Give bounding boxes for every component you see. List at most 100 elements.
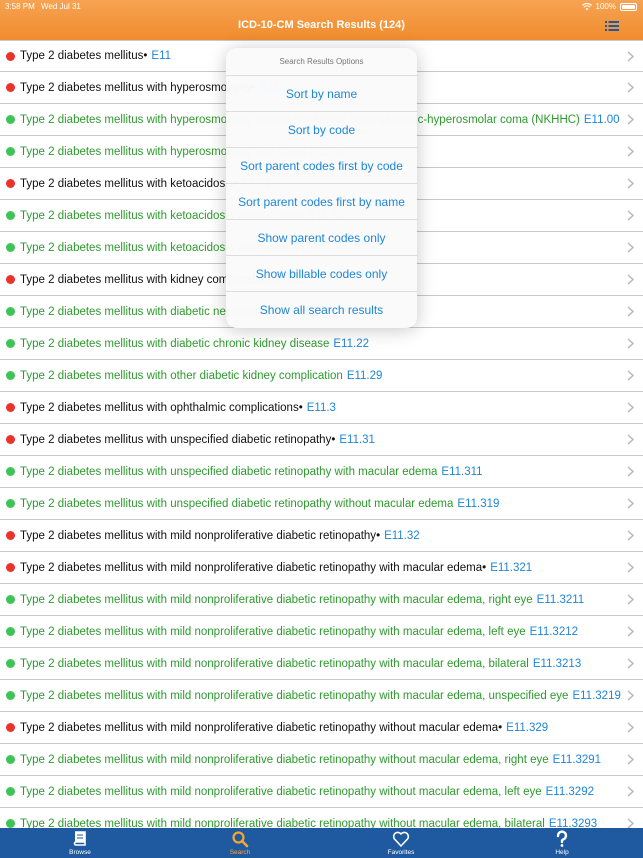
code-separator: •: [143, 50, 148, 62]
code-description: Type 2 diabetes mellitus with unspecifie…: [20, 497, 454, 510]
icd-code: E11.3: [306, 401, 336, 414]
parent-code-dot-icon: [6, 275, 15, 284]
chevron-right-icon: [627, 626, 634, 637]
code-description: Type 2 diabetes mellitus: [20, 50, 144, 62]
list-item[interactable]: Type 2 diabetes mellitus with mild nonpr…: [0, 584, 643, 616]
status-time: 3:58 PM: [5, 2, 35, 11]
list-item[interactable]: Type 2 diabetes mellitus with other diab…: [0, 360, 643, 392]
chevron-right-icon: [627, 786, 634, 797]
menu-item-sort-parent-by-name[interactable]: Sort parent codes first by name: [226, 184, 417, 220]
page-title: ICD-10-CM Search Results (124): [238, 19, 405, 31]
chevron-right-icon: [627, 178, 634, 189]
code-description: Type 2 diabetes mellitus with mild nonpr…: [20, 785, 542, 798]
code-description: Type 2 diabetes mellitus with mild nonpr…: [20, 561, 483, 574]
code-description: Type 2 diabetes mellitus with mild nonpr…: [20, 753, 549, 766]
list-item[interactable]: Type 2 diabetes mellitus with unspecifie…: [0, 456, 643, 488]
chevron-right-icon: [627, 466, 634, 477]
tab-label-browse: Browse: [69, 849, 91, 856]
billable-code-dot-icon: [6, 627, 15, 636]
parent-code-dot-icon: [6, 403, 15, 412]
billable-code-dot-icon: [6, 819, 15, 828]
tab-label-favorites: Favorites: [387, 849, 415, 856]
billable-code-dot-icon: [6, 787, 15, 796]
billable-code-dot-icon: [6, 211, 15, 220]
billable-code-dot-icon: [6, 755, 15, 764]
list-item[interactable]: Type 2 diabetes mellitus with ophthalmic…: [0, 392, 643, 424]
list-item[interactable]: Type 2 diabetes mellitus with diabetic c…: [0, 328, 643, 360]
chevron-right-icon: [627, 210, 634, 221]
icd-code: E11.321: [490, 561, 533, 574]
chevron-right-icon: [627, 274, 634, 285]
code-separator: •: [376, 529, 381, 542]
list-item[interactable]: Type 2 diabetes mellitus with mild nonpr…: [0, 680, 643, 712]
parent-code-dot-icon: [6, 531, 15, 540]
chevron-right-icon: [627, 690, 634, 701]
icd-code: E11.3292: [545, 785, 594, 798]
tab-bar: Browse Search Favorites Help: [0, 828, 643, 858]
code-description: Type 2 diabetes mellitus with ketoacidos…: [20, 177, 234, 190]
code-description: Type 2 diabetes mellitus with unspecifie…: [20, 465, 438, 478]
code-separator: •: [498, 721, 503, 734]
icd-code: E11.319: [457, 497, 500, 510]
parent-code-dot-icon: [6, 723, 15, 732]
code-description: Type 2 diabetes mellitus with mild nonpr…: [20, 817, 545, 829]
list-item[interactable]: Type 2 diabetes mellitus with mild nonpr…: [0, 648, 643, 680]
tab-help[interactable]: Help: [532, 828, 592, 858]
search-results-options-popover: Search Results Options Sort by name Sort…: [226, 48, 417, 328]
list-item[interactable]: Type 2 diabetes mellitus with mild nonpr…: [0, 552, 643, 584]
menu-item-show-all[interactable]: Show all search results: [226, 292, 417, 328]
chevron-right-icon: [627, 306, 634, 317]
menu-item-show-parent-only[interactable]: Show parent codes only: [226, 220, 417, 256]
billable-code-dot-icon: [6, 691, 15, 700]
chevron-right-icon: [627, 722, 634, 733]
list-item[interactable]: Type 2 diabetes mellitus with mild nonpr…: [0, 808, 643, 828]
chevron-right-icon: [627, 338, 634, 349]
battery-percent: 100%: [595, 2, 616, 11]
status-date: Wed Jul 31: [41, 2, 81, 11]
tab-favorites[interactable]: Favorites: [371, 828, 431, 858]
menu-item-sort-by-name[interactable]: Sort by name: [226, 76, 417, 112]
chevron-right-icon: [627, 242, 634, 253]
billable-code-dot-icon: [6, 339, 15, 348]
list-item[interactable]: Type 2 diabetes mellitus with mild nonpr…: [0, 744, 643, 776]
list-item[interactable]: Type 2 diabetes mellitus with mild nonpr…: [0, 616, 643, 648]
chevron-right-icon: [627, 82, 634, 93]
code-description: Type 2 diabetes mellitus with other diab…: [20, 369, 343, 382]
code-description: Type 2 diabetes mellitus with mild nonpr…: [20, 625, 526, 638]
menu-title: Search Results Options: [226, 48, 417, 76]
icd-code: E11.3219: [572, 689, 621, 702]
billable-code-dot-icon: [6, 467, 15, 476]
parent-code-dot-icon: [6, 563, 15, 572]
battery-icon: [620, 2, 637, 11]
icd-code: E11.31: [339, 433, 375, 446]
chevron-right-icon: [627, 146, 634, 157]
icd-code: E11.00: [583, 113, 620, 126]
tab-browse[interactable]: Browse: [50, 828, 110, 858]
parent-code-dot-icon: [6, 179, 15, 188]
tab-label-search: Search: [229, 849, 251, 856]
billable-code-dot-icon: [6, 371, 15, 380]
code-separator: •: [482, 561, 487, 574]
icd-code: E11.329: [506, 721, 549, 734]
code-description: Type 2 diabetes mellitus with hyperosmol…: [20, 81, 252, 94]
icd-code: E11.3211: [536, 593, 585, 606]
chevron-right-icon: [627, 51, 634, 62]
code-description: Type 2 diabetes mellitus with mild nonpr…: [20, 689, 569, 702]
list-item[interactable]: Type 2 diabetes mellitus with mild nonpr…: [0, 520, 643, 552]
list-item[interactable]: Type 2 diabetes mellitus with mild nonpr…: [0, 776, 643, 808]
menu-item-sort-parent-by-code[interactable]: Sort parent codes first by code: [226, 148, 417, 184]
code-description: Type 2 diabetes mellitus with mild nonpr…: [20, 657, 529, 670]
icd-code: E11.22: [333, 337, 369, 350]
tab-search[interactable]: Search: [210, 828, 270, 858]
menu-item-show-billable-only[interactable]: Show billable codes only: [226, 256, 417, 292]
parent-code-dot-icon: [6, 83, 15, 92]
menu-item-sort-by-code[interactable]: Sort by code: [226, 112, 417, 148]
chevron-right-icon: [627, 498, 634, 509]
icd-code: E11.29: [346, 369, 383, 382]
list-item[interactable]: Type 2 diabetes mellitus with unspecifie…: [0, 488, 643, 520]
list-item[interactable]: Type 2 diabetes mellitus with mild nonpr…: [0, 712, 643, 744]
billable-code-dot-icon: [6, 243, 15, 252]
list-item[interactable]: Type 2 diabetes mellitus with unspecifie…: [0, 424, 643, 456]
code-description: Type 2 diabetes mellitus with mild nonpr…: [20, 593, 533, 606]
list-icon[interactable]: [605, 20, 619, 32]
